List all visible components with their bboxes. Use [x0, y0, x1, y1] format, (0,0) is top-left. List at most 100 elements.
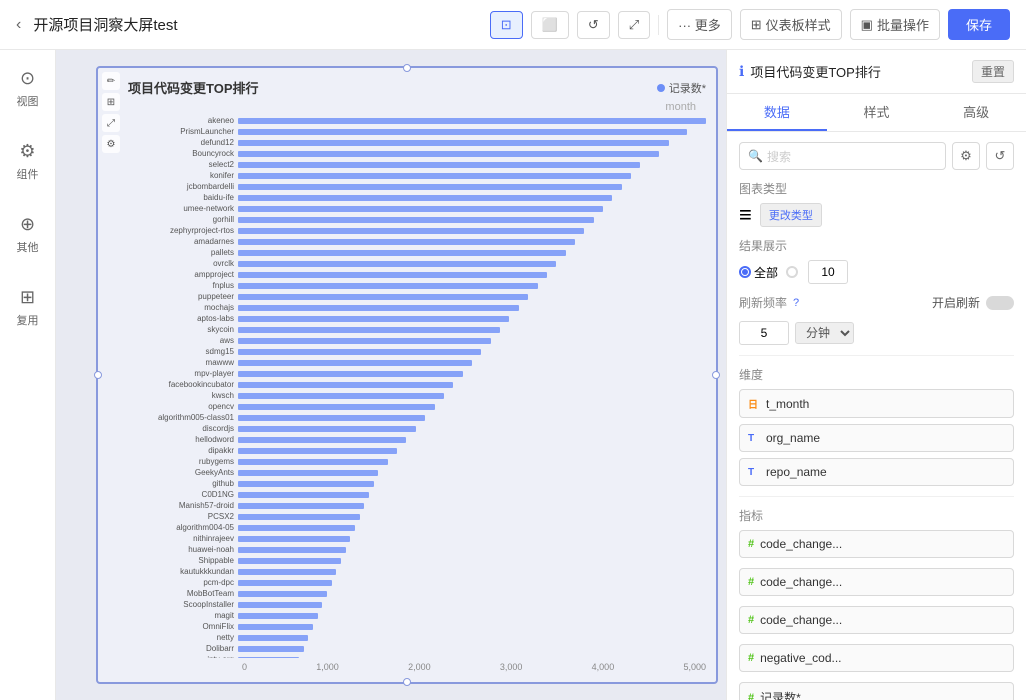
- radio-all[interactable]: 全部: [739, 264, 778, 281]
- bar-fill: [238, 162, 640, 168]
- grid-icon[interactable]: ⊞: [102, 93, 120, 111]
- edit-icon[interactable]: ✏: [102, 72, 120, 90]
- bar-row: select2: [108, 161, 706, 169]
- bar-label: facebookincubator: [108, 380, 238, 389]
- indicator-code-change-2[interactable]: # code_change...: [739, 568, 1014, 596]
- bar-container: [238, 129, 706, 135]
- search-icon: 🔍: [748, 149, 763, 163]
- batch-operation-button[interactable]: ▣ 批量操作: [850, 9, 940, 40]
- x-axis-label: 2,000: [408, 662, 431, 672]
- more-button[interactable]: ··· 更多: [667, 9, 732, 40]
- bar-row: huawei-noah: [108, 546, 706, 554]
- tool-screen-button[interactable]: ⊡: [490, 11, 523, 39]
- sidebar-item-view[interactable]: ⊙ 视图: [11, 62, 45, 115]
- bar-fill: [238, 140, 669, 146]
- resize-handle-right[interactable]: [712, 371, 720, 379]
- radio-circle-count: [786, 266, 798, 278]
- back-button[interactable]: ‹: [16, 16, 21, 34]
- dim-type-T2: T: [748, 467, 760, 478]
- result-radio-group: 全部: [739, 264, 798, 281]
- indicator-label-1: code_change...: [760, 537, 1005, 551]
- bar-label: pallets: [108, 248, 238, 257]
- resize-handle-left[interactable]: [94, 371, 102, 379]
- bar-fill: [238, 294, 528, 300]
- bar-row: jcbombardelli: [108, 183, 706, 191]
- bar-row: PCSX2: [108, 513, 706, 521]
- page-title: 开源项目洞察大屏test: [33, 14, 477, 35]
- tab-data[interactable]: 数据: [727, 94, 827, 131]
- bar-label: MobBotTeam: [108, 589, 238, 598]
- search-placeholder: 搜索: [767, 148, 791, 165]
- hash-icon-4: #: [748, 652, 754, 664]
- settings-gear-button[interactable]: ⚙: [952, 142, 980, 170]
- bar-row: github: [108, 480, 706, 488]
- bar-fill: [238, 536, 350, 542]
- tool-refresh-button[interactable]: ↺: [577, 11, 610, 39]
- bar-fill: [238, 250, 566, 256]
- screen-icon: ⊡: [501, 17, 512, 33]
- indicator-code-change-1[interactable]: # code_change...: [739, 530, 1014, 558]
- toggle-switch[interactable]: [986, 296, 1014, 310]
- dim-org-name[interactable]: T org_name: [739, 424, 1014, 452]
- bar-container: [238, 569, 706, 575]
- bar-container: [238, 206, 706, 212]
- change-type-button[interactable]: 更改类型: [760, 203, 822, 227]
- reset-button[interactable]: 重置: [972, 60, 1014, 83]
- bar-fill: [238, 470, 378, 476]
- chart-widget[interactable]: ✏ ⊞ ⤢ ⚙ 项目代码变更TOP排行 记录数* month akeneoPri…: [96, 66, 718, 684]
- refresh-interval-input[interactable]: [739, 321, 789, 345]
- settings-icon[interactable]: ⚙: [102, 135, 120, 153]
- x-axis-label: 0: [242, 662, 247, 672]
- bar-label: umee-network: [108, 204, 238, 213]
- x-axis-label: 3,000: [500, 662, 523, 672]
- expand-icon[interactable]: ⤢: [102, 114, 120, 132]
- indicator-label-2: code_change...: [760, 575, 1005, 589]
- result-count-input[interactable]: [808, 260, 848, 284]
- sidebar-item-reuse[interactable]: ⊞ 复用: [11, 281, 45, 334]
- dashboard-style-button[interactable]: ⊞ 仪表板样式: [740, 9, 842, 40]
- bar-fill: [238, 195, 612, 201]
- bar-container: [238, 536, 706, 542]
- resize-handle-bottom[interactable]: [403, 678, 411, 686]
- tool-fullscreen-button[interactable]: ⤢: [618, 11, 650, 39]
- bar-label: amadarnes: [108, 237, 238, 246]
- hash-icon-3: #: [748, 614, 754, 626]
- bar-label: defund12: [108, 138, 238, 147]
- dim-label-org-name: org_name: [766, 431, 1005, 445]
- tab-style[interactable]: 样式: [827, 94, 927, 131]
- search-field[interactable]: 🔍 搜索: [739, 142, 946, 170]
- refresh-icon: ↺: [588, 17, 599, 33]
- bar-container: [238, 162, 706, 168]
- bar-row: netty: [108, 634, 706, 642]
- bar-row: OmniFlix: [108, 623, 706, 631]
- hash-icon-2: #: [748, 576, 754, 588]
- bar-fill: [238, 184, 622, 190]
- dim-repo-name[interactable]: T repo_name: [739, 458, 1014, 486]
- resize-handle-top[interactable]: [403, 64, 411, 72]
- tool-window-button[interactable]: ⬜: [531, 11, 569, 39]
- bar-container: [238, 382, 706, 388]
- result-display-title: 结果展示: [739, 237, 1014, 254]
- indicator-label-4: negative_cod...: [760, 651, 1005, 665]
- tab-advanced[interactable]: 高级: [926, 94, 1026, 131]
- save-button[interactable]: 保存: [948, 9, 1010, 40]
- refresh-data-button[interactable]: ↺: [986, 142, 1014, 170]
- more-label: ··· 更多: [678, 15, 721, 34]
- dim-t-month[interactable]: 日 t_month: [739, 389, 1014, 418]
- bar-fill: [238, 129, 687, 135]
- bar-row: opencv: [108, 403, 706, 411]
- bar-row: Dolibarr: [108, 645, 706, 653]
- radio-count[interactable]: [786, 266, 798, 278]
- bar-container: [238, 272, 706, 278]
- indicator-negative-cod[interactable]: # negative_cod...: [739, 644, 1014, 672]
- indicator-record-count[interactable]: # 记录数*: [739, 682, 1014, 700]
- sidebar-item-component[interactable]: ⚙ 组件: [11, 135, 45, 188]
- sidebar-item-other[interactable]: ⊕ 其他: [11, 208, 45, 261]
- indicator-code-change-3[interactable]: # code_change...: [739, 606, 1014, 634]
- refresh-title: 刷新频率: [739, 294, 787, 311]
- enable-refresh-toggle[interactable]: 开启刷新: [932, 294, 1014, 311]
- bar-fill: [238, 591, 327, 597]
- bar-label: mawww: [108, 358, 238, 367]
- bar-container: [238, 404, 706, 410]
- refresh-unit-select[interactable]: 分钟: [795, 322, 854, 344]
